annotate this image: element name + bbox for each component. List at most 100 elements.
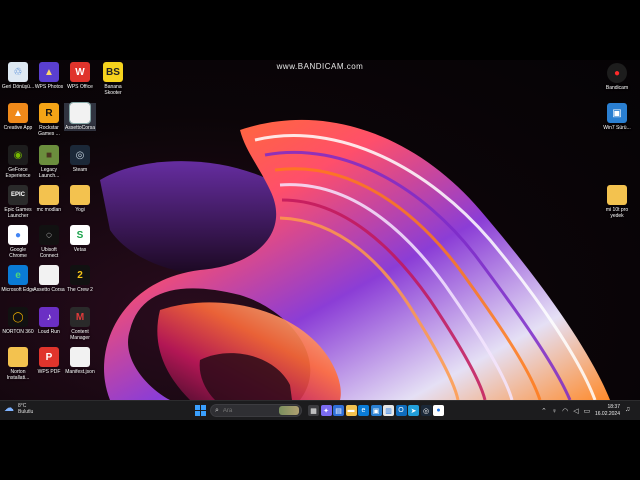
- chrome-icon[interactable]: ●: [433, 405, 444, 416]
- battery-icon[interactable]: ▭: [584, 407, 591, 415]
- desktop-icon[interactable]: ● Google Chrome: [2, 225, 34, 259]
- clock-time: 18:37: [607, 404, 620, 410]
- clock-date: 16.02.2024: [594, 411, 620, 417]
- desktop-icon-label: NORTON 360: [2, 329, 34, 335]
- desktop-icon-label: Bandicam: [605, 85, 629, 91]
- file-explorer-icon[interactable]: ▬: [345, 405, 357, 416]
- desktop-icon-label: WPS Office: [67, 84, 93, 90]
- desktop-icon-label: WPS PDF: [37, 369, 61, 375]
- desktop-icon[interactable]: P WPS PDF: [33, 347, 65, 375]
- system-tray: ⌃ ♀ ◠ ◁ ▭: [536, 401, 590, 421]
- chrome-icon: ●: [8, 225, 28, 245]
- desktop-icon[interactable]: ▲ WPS Photos: [33, 62, 65, 90]
- wps-pdf-icon: P: [39, 347, 59, 367]
- widgets-icon[interactable]: ▤: [333, 405, 344, 416]
- start-button[interactable]: [195, 405, 206, 416]
- cloud-icon: ☁: [4, 403, 14, 414]
- edge-icon[interactable]: e: [358, 405, 369, 416]
- clock[interactable]: 18:37 16.02.2024: [595, 404, 620, 418]
- desktop-icon[interactable]: ■ Legacy Launch...: [33, 145, 65, 179]
- desktop-icon[interactable]: R Rockstar Games ...: [33, 103, 65, 137]
- desktop-icon[interactable]: ▣ Win7 Sürü...: [601, 103, 633, 131]
- desktop-icon[interactable]: ◌ Ubisoft Connect: [33, 225, 65, 259]
- folder-icon: [70, 185, 90, 205]
- store-icon[interactable]: ▣: [370, 405, 382, 416]
- desktop-icon[interactable]: S Vetas: [64, 225, 96, 253]
- content-manager-icon: M: [70, 307, 90, 327]
- volume-icon[interactable]: ◁: [573, 407, 578, 415]
- desktop-icon-label: Creative App: [3, 125, 33, 131]
- desktop-icon[interactable]: e Microsoft Edge: [1, 265, 35, 293]
- desktop-icon[interactable]: Yogi: [64, 185, 96, 213]
- desktop-icon[interactable]: ◉ GeForce Experience: [2, 145, 34, 179]
- letterbox-top: [0, 0, 640, 60]
- rockstar-games-icon: R: [39, 103, 59, 123]
- folder-icon: [8, 347, 28, 367]
- wps-photos-icon: ▲: [39, 62, 59, 82]
- edge-icon: e: [8, 265, 28, 285]
- taskbar-search[interactable]: ⌕: [210, 404, 302, 417]
- calendar-icon[interactable]: ▥: [383, 405, 394, 416]
- desktop-icon[interactable]: mi 10t pro yedek: [601, 185, 633, 219]
- desktop-icon[interactable]: Norton Installati...: [2, 347, 34, 381]
- desktop-icon[interactable]: EPIC Epic Games Launcher: [2, 185, 34, 219]
- geforce-icon: ◉: [8, 145, 28, 165]
- folder-icon: [607, 185, 627, 205]
- desktop-icon[interactable]: ◎ Steam: [64, 145, 96, 173]
- desktop-icon[interactable]: M Content Manager: [64, 307, 96, 341]
- assetto-corsa-file-icon: [69, 102, 91, 124]
- desktop-icon[interactable]: mc modları: [33, 185, 65, 213]
- the-crew-2-icon: 2: [70, 265, 90, 285]
- desktop-icon-label: WPS Photos: [34, 84, 64, 90]
- epic-games-icon: EPIC: [8, 185, 28, 205]
- steam-icon: ◎: [70, 145, 90, 165]
- weather-widget[interactable]: ☁ 8°C Bulutlu: [4, 403, 33, 415]
- taskbar: ☁ 8°C Bulutlu ⌕ ▦✦▤▬e▣▥O➤◎● ⌃ ♀ ◠ ◁ ▭ 18…: [0, 400, 640, 420]
- desktop-icon[interactable]: BS Banana Skooter: [97, 62, 129, 96]
- desktop-icon[interactable]: ♲ Geri Dönüşü...: [2, 62, 34, 90]
- search-input[interactable]: [222, 407, 271, 414]
- notification-bell-icon[interactable]: ♫: [625, 406, 634, 415]
- desktop-icon-label: Steam: [72, 167, 88, 173]
- desktop-icon-label: Content Manager: [70, 329, 90, 341]
- search-icon: ⌕: [215, 406, 219, 414]
- desktop-icon[interactable]: 2 The Crew 2: [64, 265, 96, 293]
- assetto-corsa-icon: [39, 265, 59, 285]
- desktop[interactable]: [0, 60, 640, 400]
- desktop-icon-label: Win7 Sürü...: [603, 125, 631, 131]
- bandicam-icon: ●: [607, 63, 627, 83]
- desktop-icon[interactable]: ♪ Loud Run: [33, 307, 65, 335]
- desktop-icon-label: The Crew 2: [67, 287, 93, 293]
- desktop-icon-label: Vetas: [73, 247, 87, 253]
- task-view-icon[interactable]: ▦: [308, 405, 319, 416]
- desktop-icon[interactable]: AssettoCorsa: [64, 102, 96, 131]
- desktop-icon-label: Norton Installati...: [6, 369, 30, 381]
- telegram-icon[interactable]: ➤: [408, 405, 419, 416]
- desktop-icon[interactable]: ▲ Creative App: [2, 103, 34, 131]
- desktop-icon-label: Loud Run: [38, 329, 60, 335]
- desktop-icon-label: mi 10t pro yedek: [605, 207, 629, 219]
- recycle-bin-icon: ♲: [8, 62, 28, 82]
- desktop-icon-label: Ubisoft Connect: [39, 247, 59, 259]
- copilot-icon[interactable]: ✦: [320, 405, 332, 416]
- desktop-icon-label: Yogi: [75, 207, 85, 213]
- desktop-icon[interactable]: Manifest.json: [64, 347, 96, 375]
- outlook-icon[interactable]: O: [395, 405, 407, 416]
- desktop-icon-label: Legacy Launch...: [38, 167, 60, 179]
- desktop-icon-label: Google Chrome: [9, 247, 27, 259]
- desktop-icon-label: Microsoft Edge: [1, 287, 35, 293]
- chevron-up-icon[interactable]: ⌃: [541, 407, 547, 415]
- search-highlight-image: [279, 406, 299, 415]
- win7-driver-icon: ▣: [607, 103, 627, 123]
- wifi-icon[interactable]: ◠: [562, 407, 568, 415]
- bandicam-watermark: www.BANDICAM.com: [276, 62, 364, 71]
- desktop-icon[interactable]: ◯ NORTON 360: [2, 307, 34, 335]
- desktop-icon[interactable]: ● Bandicam: [601, 63, 633, 91]
- banana-skooter-icon: BS: [103, 62, 123, 82]
- creative-app-icon: ▲: [8, 103, 28, 123]
- microphone-icon[interactable]: ♀: [552, 408, 557, 415]
- steam-icon[interactable]: ◎: [420, 405, 432, 416]
- desktop-icon[interactable]: W WPS Office: [64, 62, 96, 90]
- desktop-icon[interactable]: Assetto Corsa: [33, 265, 65, 293]
- desktop-icon-label: Banana Skooter: [104, 84, 122, 96]
